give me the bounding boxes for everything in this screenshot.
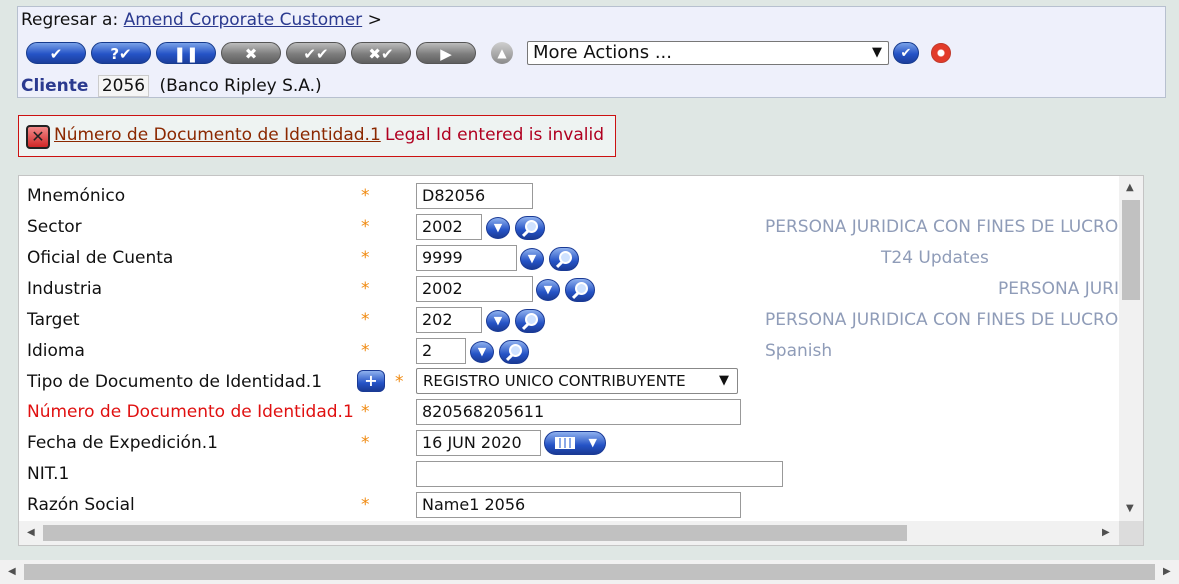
customer-label: Cliente [21,76,89,96]
error-x-icon: ✕ [26,125,50,149]
vertical-scroll-thumb[interactable] [1122,200,1140,300]
required-mark: * [361,279,370,299]
account-officer-input[interactable]: 9999 [416,245,517,271]
industry-description: PERSONA JURI [998,279,1120,299]
sector-description: PERSONA JURIDICA CON FINES DE LUCRO [765,217,1119,237]
page-horizontal-scroll-thumb[interactable] [24,564,1155,580]
chevron-down-icon: ▼ [872,45,882,60]
required-mark: * [361,433,370,453]
label-legal-id: Número de Documento de Identidad.1 [27,402,354,422]
search-icon[interactable] [499,340,529,364]
up-arrow-icon[interactable]: ▲ [491,42,513,64]
authorise-button[interactable]: ✔✔ [286,42,346,64]
search-icon[interactable] [515,216,545,240]
language-description: Spanish [765,341,833,361]
search-icon[interactable] [515,309,545,333]
breadcrumb-link-amend-customer[interactable]: Amend Corporate Customer [124,10,363,30]
more-actions-select[interactable]: More Actions ... ▼ [527,41,889,65]
label-industry: Industria [27,279,103,299]
issue-date-input[interactable]: 16 JUN 2020 [416,430,541,456]
scroll-down-arrow-icon[interactable]: ▼ [1126,503,1134,514]
required-mark: * [361,217,370,237]
scroll-left-arrow-icon[interactable]: ◀ [27,527,35,538]
industry-input[interactable]: 2002 [416,276,533,302]
label-language: Idioma [27,341,85,361]
scroll-up-arrow-icon[interactable]: ▲ [1126,182,1134,193]
account-officer-description: T24 Updates [881,248,989,268]
delete-button[interactable]: ✖ [221,42,281,64]
dropdown-icon[interactable]: ▼ [486,217,510,239]
required-mark: * [395,372,404,392]
required-mark: * [361,402,370,422]
calendar-icon[interactable]: ▼ [544,431,606,455]
search-icon[interactable] [565,278,595,302]
label-nit: NIT.1 [27,464,70,484]
dropdown-icon[interactable]: ▼ [536,279,560,301]
required-mark: * [361,495,370,515]
vertical-scrollbar[interactable]: ▲ ▼ [1119,176,1143,523]
add-multivalue-icon[interactable]: + [357,370,385,392]
breadcrumb: Regresar a: Amend Corporate Customer > [21,10,382,30]
validate-button[interactable]: ?✔ [91,42,151,64]
header-panel: Regresar a: Amend Corporate Customer > ✔… [17,6,1166,98]
go-button[interactable]: ✔ [893,42,919,64]
mnemonic-input[interactable]: D82056 [416,183,533,209]
nit-input[interactable] [416,461,783,487]
required-mark: * [361,186,370,206]
error-message-box: ✕ Número de Documento de Identidad.1 Leg… [18,115,616,157]
customer-id: 2056 [97,75,150,97]
page-scroll-right-arrow-icon[interactable]: ▶ [1163,566,1171,577]
horizontal-scroll-thumb[interactable] [43,525,907,541]
target-input[interactable]: 202 [416,307,482,333]
dropdown-icon[interactable]: ▼ [470,341,494,363]
dropdown-icon[interactable]: ▼ [486,310,510,332]
label-target: Target [27,310,80,330]
more-actions-value: More Actions ... [533,42,672,63]
commit-button[interactable]: ✔ [26,42,86,64]
chevron-down-icon: ▼ [719,373,729,388]
required-mark: * [361,248,370,268]
label-issue-date: Fecha de Expedición.1 [27,433,218,453]
legal-doc-type-value: REGISTRO UNICO CONTRIBUYENTE [423,372,686,390]
required-mark: * [361,310,370,330]
label-business-name: Razón Social [27,495,135,515]
breadcrumb-prefix: Regresar a: [21,10,119,30]
page-horizontal-scrollbar[interactable]: ◀ ▶ [0,560,1179,584]
error-field-link[interactable]: Número de Documento de Identidad.1 [54,125,381,145]
customer-form: Mnemónico * D82056 Sector * 2002 ▼ PERSO… [18,175,1144,546]
customer-info: Cliente 2056 (Banco Ripley S.A.) [21,75,322,97]
required-mark: * [361,341,370,361]
breadcrumb-separator: > [367,10,382,30]
hold-button[interactable]: ❚❚ [156,42,216,64]
dropdown-icon[interactable]: ▼ [520,248,544,270]
page-scroll-left-arrow-icon[interactable]: ◀ [8,566,16,577]
next-button[interactable]: ▶ [416,42,476,64]
legal-id-input[interactable]: 820568205611 [416,399,741,425]
sector-input[interactable]: 2002 [416,214,482,240]
label-mnemonic: Mnemónico [27,186,126,206]
customer-name: (Banco Ripley S.A.) [159,76,322,96]
scrollbar-corner [1119,521,1143,545]
business-name-input[interactable]: Name1 2056 [416,492,741,518]
reverse-button[interactable]: ✖✔ [351,42,411,64]
search-icon[interactable] [549,247,579,271]
scroll-right-arrow-icon[interactable]: ▶ [1102,527,1110,538]
horizontal-scrollbar[interactable]: ◀ ▶ [19,521,1120,545]
label-sector: Sector [27,217,82,237]
language-input[interactable]: 2 [416,338,466,364]
error-message: Legal Id entered is invalid [385,125,604,145]
help-lifering-icon[interactable] [931,43,951,63]
target-description: PERSONA JURIDICA CON FINES DE LUCRO [765,310,1119,330]
label-account-officer: Oficial de Cuenta [27,248,174,268]
legal-doc-type-select[interactable]: REGISTRO UNICO CONTRIBUYENTE ▼ [416,368,738,394]
label-legal-doc-type: Tipo de Documento de Identidad.1 [27,372,323,392]
